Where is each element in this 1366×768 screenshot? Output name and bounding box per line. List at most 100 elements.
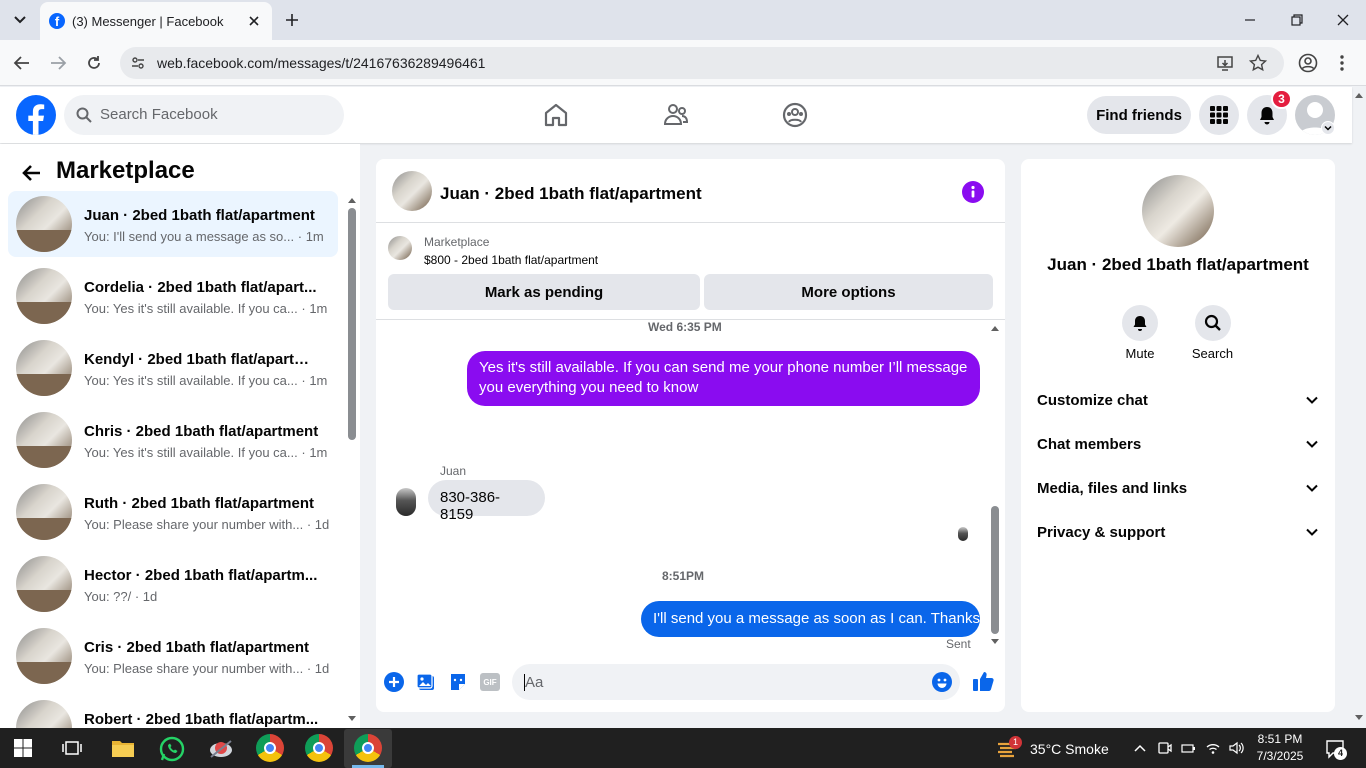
chat-members-row[interactable]: Chat members bbox=[1037, 422, 1319, 466]
chrome-icon[interactable] bbox=[256, 734, 284, 762]
timestamp-divider: Wed 6:35 PM bbox=[648, 320, 722, 334]
page-scroll-up[interactable] bbox=[1354, 91, 1364, 99]
profile-icon[interactable] bbox=[1298, 53, 1318, 73]
conversation-item-kendyl[interactable]: Kendyl · 2bed 1bath flat/apartm... You: … bbox=[8, 335, 338, 401]
thread-scroll-up[interactable] bbox=[990, 324, 1000, 332]
tab-search-button[interactable] bbox=[8, 8, 32, 32]
start-button[interactable] bbox=[14, 739, 32, 757]
list-scroll-up[interactable] bbox=[347, 196, 357, 204]
show-hidden-icons[interactable] bbox=[1133, 741, 1147, 755]
conversation-item-hector[interactable]: Hector · 2bed 1bath flat/apartm... You: … bbox=[8, 551, 338, 617]
media-files-links-row[interactable]: Media, files and links bbox=[1037, 466, 1319, 510]
notification-center-icon[interactable]: 4 bbox=[1325, 739, 1347, 760]
install-app-icon[interactable] bbox=[1216, 54, 1234, 72]
gif-icon[interactable]: GIF bbox=[480, 673, 500, 691]
outgoing-message-bubble[interactable]: I'll send you a message as soon as I can… bbox=[641, 601, 980, 637]
conversation-item-ruth[interactable]: Ruth · 2bed 1bath flat/apartment You: Pl… bbox=[8, 479, 338, 545]
conversation-preview: You: Please share your number with... · … bbox=[84, 661, 330, 676]
browser-tab-messenger[interactable]: f (3) Messenger | Facebook bbox=[40, 2, 272, 40]
chevron-down-icon bbox=[14, 16, 26, 24]
friends-nav-icon[interactable] bbox=[662, 101, 690, 129]
chrome-profile-icon[interactable] bbox=[305, 734, 333, 762]
thread-scrollbar-thumb[interactable] bbox=[991, 506, 999, 634]
chat-title[interactable]: Juan · 2bed 1bath flat/apartment bbox=[440, 184, 702, 204]
weather-badge: 1 bbox=[1009, 736, 1022, 749]
page-scroll-down[interactable] bbox=[1354, 714, 1364, 722]
facebook-logo[interactable] bbox=[16, 95, 56, 135]
emoji-icon[interactable] bbox=[932, 672, 952, 692]
chevron-down-icon bbox=[1306, 396, 1318, 404]
forward-button[interactable] bbox=[49, 54, 67, 72]
battery-icon[interactable] bbox=[1181, 740, 1197, 756]
site-info-icon[interactable] bbox=[130, 55, 146, 71]
search-facebook-box[interactable]: Search Facebook bbox=[64, 95, 344, 135]
customize-chat-row[interactable]: Customize chat bbox=[1037, 378, 1319, 422]
search-placeholder: Search Facebook bbox=[100, 106, 218, 123]
chat-avatar[interactable] bbox=[392, 171, 432, 211]
conversation-item-chris[interactable]: Chris · 2bed 1bath flat/apartment You: Y… bbox=[8, 407, 338, 473]
search-icon bbox=[76, 107, 92, 123]
message-input[interactable]: Aa bbox=[512, 664, 960, 700]
conversation-preview: You: ??/ · 1d bbox=[84, 589, 158, 604]
attach-photo-icon[interactable] bbox=[416, 672, 436, 692]
whatsapp-icon[interactable] bbox=[159, 736, 185, 762]
chevron-down-icon bbox=[1306, 484, 1318, 492]
grid-menu-icon bbox=[1210, 106, 1228, 124]
bell-icon bbox=[1260, 107, 1274, 125]
thread-scroll-down[interactable] bbox=[990, 638, 1000, 646]
groups-nav-icon[interactable] bbox=[781, 101, 809, 129]
find-friends-button[interactable]: Find friends bbox=[1087, 96, 1191, 134]
weather-widget[interactable]: 1 35°C Smoke bbox=[996, 735, 1116, 763]
message-composer: GIF Aa bbox=[376, 662, 1005, 702]
privacy-support-row[interactable]: Privacy & support bbox=[1037, 510, 1319, 554]
restore-button[interactable] bbox=[1289, 12, 1305, 28]
sender-avatar[interactable] bbox=[396, 488, 416, 516]
browser-menu-icon[interactable] bbox=[1337, 53, 1347, 73]
reload-button[interactable] bbox=[85, 54, 103, 72]
back-to-chats-button[interactable] bbox=[20, 161, 44, 185]
listing-card[interactable]: Marketplace $800 - 2bed 1bath flat/apart… bbox=[376, 224, 1005, 320]
file-explorer-icon[interactable] bbox=[111, 738, 135, 758]
bookmark-star-icon[interactable] bbox=[1249, 54, 1267, 72]
incoming-message-bubble[interactable]: 830-386-8159 bbox=[428, 480, 545, 523]
conversation-item-cordelia[interactable]: Cordelia · 2bed 1bath flat/apart... You:… bbox=[8, 263, 338, 329]
tab-close-icon[interactable] bbox=[246, 13, 262, 29]
conversation-info-button[interactable] bbox=[962, 181, 984, 203]
search-conversation-button[interactable]: Search bbox=[1190, 305, 1235, 361]
notification-center-badge: 4 bbox=[1334, 747, 1347, 760]
mute-button[interactable]: Mute bbox=[1120, 305, 1160, 361]
like-thumbs-up-icon[interactable] bbox=[972, 670, 994, 692]
volume-icon[interactable] bbox=[1228, 740, 1244, 756]
details-avatar[interactable] bbox=[1142, 175, 1214, 247]
clock[interactable]: 8:51 PM 7/3/2025 bbox=[1250, 731, 1310, 765]
outgoing-message-bubble[interactable]: Yes it's still available. If you can sen… bbox=[467, 351, 980, 406]
app-icon-satellite[interactable] bbox=[207, 735, 235, 763]
home-nav-icon[interactable] bbox=[542, 101, 570, 129]
close-window-button[interactable] bbox=[1335, 12, 1351, 28]
message-thread: Wed 6:35 PM Yes it's still available. If… bbox=[376, 320, 1005, 651]
more-options-button[interactable]: More options bbox=[704, 274, 993, 310]
list-scroll-down[interactable] bbox=[347, 715, 357, 723]
mark-as-pending-button[interactable]: Mark as pending bbox=[388, 274, 700, 310]
list-scrollbar-thumb[interactable] bbox=[348, 208, 356, 440]
back-button[interactable] bbox=[13, 54, 31, 72]
conversation-name: Ruth · 2bed 1bath flat/apartment bbox=[84, 495, 315, 512]
listing-thumbnail bbox=[388, 236, 412, 260]
chrome-active-icon[interactable] bbox=[354, 734, 382, 762]
find-friends-label: Find friends bbox=[1096, 106, 1182, 124]
notification-badge: 3 bbox=[1271, 89, 1292, 109]
more-actions-plus-icon[interactable] bbox=[384, 672, 404, 692]
menu-grid-button[interactable] bbox=[1199, 95, 1239, 135]
new-tab-button[interactable] bbox=[283, 11, 301, 29]
conversation-item-cris[interactable]: Cris · 2bed 1bath flat/apartment You: Pl… bbox=[8, 623, 338, 689]
wifi-icon[interactable] bbox=[1205, 740, 1221, 756]
account-chevron-icon[interactable] bbox=[1321, 121, 1335, 135]
notification-count: 3 bbox=[1278, 92, 1285, 106]
conversation-item-juan[interactable]: Juan · 2bed 1bath flat/apartment You: I'… bbox=[8, 191, 338, 257]
task-view-icon[interactable] bbox=[62, 739, 82, 757]
meet-now-icon[interactable] bbox=[1157, 740, 1173, 756]
address-bar[interactable]: web.facebook.com/messages/t/241676362894… bbox=[120, 47, 1284, 79]
minimize-button[interactable] bbox=[1242, 12, 1258, 28]
sticker-icon[interactable] bbox=[448, 672, 468, 692]
search-icon bbox=[1204, 314, 1221, 331]
